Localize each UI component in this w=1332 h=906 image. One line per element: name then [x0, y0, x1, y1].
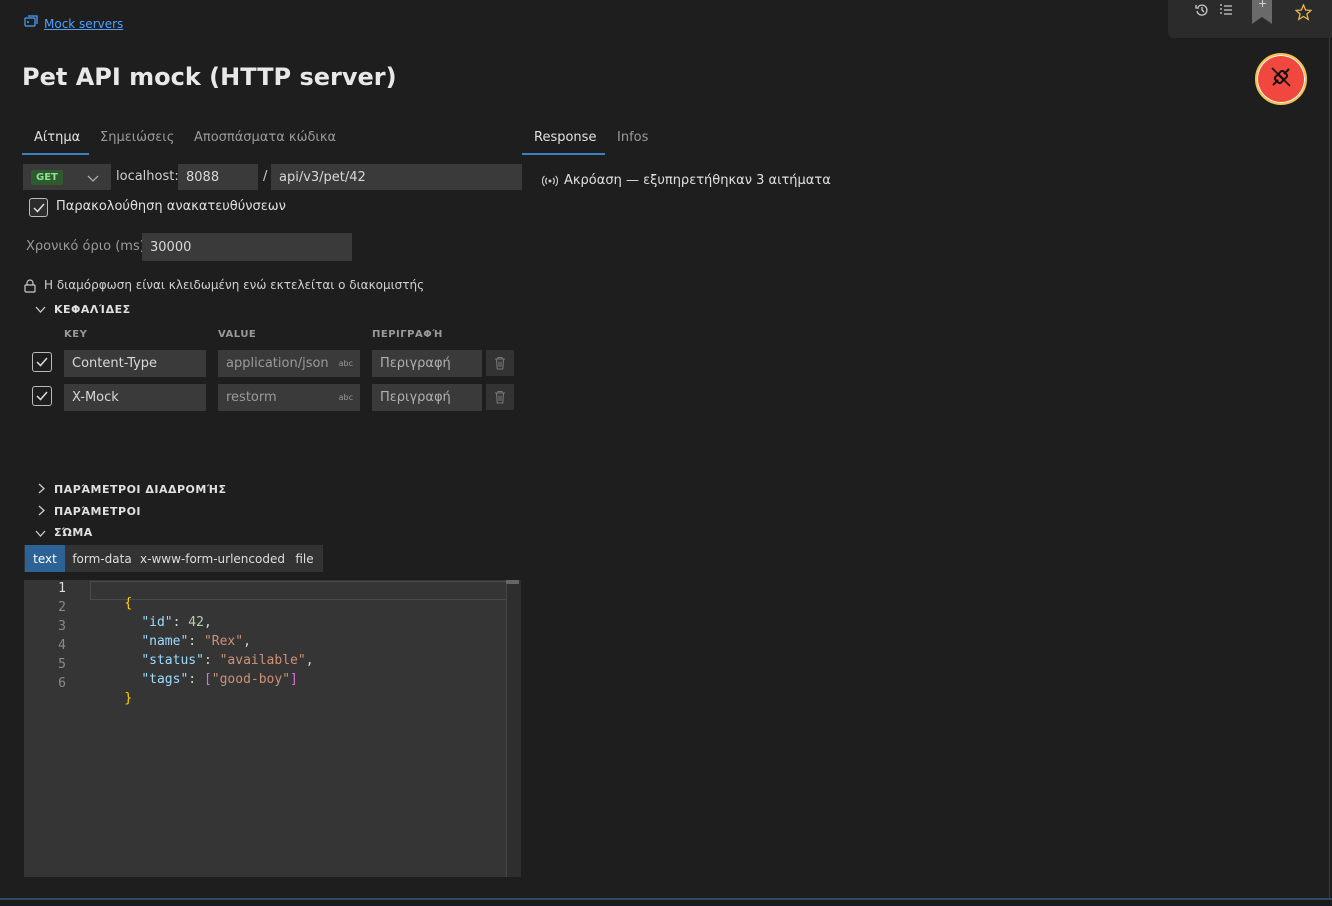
line-number: 2: [58, 600, 66, 615]
params-section-label[interactable]: ΠΑΡΆΜΕΤΡΟΙ: [54, 505, 141, 518]
delete-header-button[interactable]: [486, 384, 514, 410]
header-col-description: ΠΕΡΙΓΡΑΦΉ: [372, 329, 443, 340]
line-number: 4: [58, 638, 66, 653]
delete-header-button[interactable]: [486, 350, 514, 376]
listening-broadcast-icon: [541, 174, 559, 192]
headers-section-label[interactable]: ΚΕΦΑΛΊΔΕΣ: [54, 303, 131, 316]
window-border-right: [1329, 38, 1330, 898]
line-number: 5: [58, 657, 66, 672]
timeout-label: Χρονικό όριο (ms): [26, 239, 145, 254]
route-params-section-label[interactable]: ΠΑΡΆΜΕΤΡΟΙ ΔΙΑΔΡΟΜΉΣ: [54, 483, 226, 496]
bookmark-add-icon[interactable]: +: [1252, 0, 1272, 28]
headers-chevron-down-icon[interactable]: [35, 303, 46, 318]
header-col-key: KEY: [64, 329, 88, 340]
port-input[interactable]: 8088: [178, 164, 258, 190]
mock-server-icon: [24, 15, 40, 33]
breadcrumb: Mock servers: [24, 15, 123, 33]
line-number: 6: [58, 676, 66, 691]
tab-response-underline: [522, 153, 605, 155]
code-line: "id": 42,: [141, 615, 212, 630]
header-description-input[interactable]: Περιγραφή: [372, 384, 482, 411]
header-description-input[interactable]: Περιγραφή: [372, 350, 482, 377]
history-icon[interactable]: [1195, 3, 1209, 21]
checkmark-icon: [36, 357, 48, 367]
list-icon[interactable]: [1219, 3, 1233, 21]
editor-current-line-highlight: [90, 581, 520, 600]
header-enabled-checkbox[interactable]: [32, 386, 52, 406]
tab-request-underline: [22, 153, 89, 155]
body-tab-text[interactable]: text: [25, 545, 65, 572]
params-chevron-right-icon[interactable]: [37, 505, 46, 520]
line-number: 3: [58, 619, 66, 634]
header-key-input[interactable]: Content-Type: [64, 350, 206, 377]
body-chevron-down-icon[interactable]: [35, 527, 46, 542]
type-tag: abc: [338, 359, 353, 368]
disconnect-plug-icon: [1268, 64, 1294, 94]
checkmark-icon: [33, 203, 45, 213]
path-input[interactable]: api/v3/pet/42: [271, 164, 522, 190]
lock-message: Η διαμόρφωση είναι κλειδωμένη ενώ εκτελε…: [44, 278, 425, 292]
lock-icon: [24, 279, 36, 297]
code-line: {: [124, 596, 133, 611]
header-enabled-checkbox[interactable]: [32, 352, 52, 372]
code-line: "status": "available",: [141, 653, 314, 668]
checkmark-icon: [36, 391, 48, 401]
timeout-input[interactable]: 30000: [142, 233, 352, 261]
follow-redirects-checkbox[interactable]: [29, 198, 48, 217]
body-tab-urlencoded[interactable]: x-www-form-urlencoded: [140, 545, 285, 572]
response-status-text: Ακρόαση — εξυπηρετήθηκαν 3 αιτήματα: [564, 173, 831, 188]
header-key-input[interactable]: X-Mock: [64, 384, 206, 411]
body-section-label[interactable]: ΣΏΜΑ: [54, 526, 93, 539]
code-line: "name": "Rex",: [141, 634, 251, 649]
path-separator: /: [263, 169, 268, 184]
bottom-status-bar: [0, 900, 1332, 906]
tab-request[interactable]: Αίτημα: [34, 130, 80, 154]
host-label: localhost:: [116, 169, 179, 184]
trash-icon: [495, 356, 505, 370]
tab-response[interactable]: Response: [534, 130, 596, 154]
body-tab-form-data[interactable]: form-data: [68, 545, 136, 572]
code-line: }: [124, 691, 133, 706]
stop-server-button[interactable]: [1255, 53, 1307, 105]
code-line: "tags": ["good-boy"]: [141, 672, 298, 687]
method-select[interactable]: GET: [23, 164, 111, 190]
breadcrumb-link-mock-servers[interactable]: Mock servers: [44, 17, 123, 31]
tab-infos[interactable]: Infos: [617, 130, 648, 154]
body-code-editor[interactable]: 1 2 3 4 5 6 { "id": 42, "name": "Rex", "…: [24, 580, 521, 877]
header-col-value: VALUE: [218, 329, 257, 340]
trash-icon: [495, 390, 505, 404]
follow-redirects-label: Παρακολούθηση ανακατευθύνσεων: [56, 199, 286, 214]
method-badge: GET: [31, 169, 63, 185]
type-tag: abc: [338, 393, 353, 402]
page-title: Pet API mock (HTTP server): [22, 63, 397, 91]
tab-notes[interactable]: Σημειώσεις: [100, 130, 174, 154]
line-number: 1: [58, 581, 66, 596]
header-value-input[interactable]: application/json abc: [218, 350, 360, 377]
header-value-input[interactable]: restorm abc: [218, 384, 360, 411]
editor-scrollbar[interactable]: [506, 580, 521, 877]
tab-code-snippets[interactable]: Αποσπάσματα κώδικα: [194, 130, 336, 154]
favorite-star-icon[interactable]: [1294, 3, 1313, 25]
chevron-down-icon: [87, 172, 99, 187]
editor-scrollbar-thumb[interactable]: [506, 580, 519, 584]
body-tab-file[interactable]: file: [288, 545, 321, 572]
top-toolbar: +: [1168, 0, 1332, 38]
route-params-chevron-right-icon[interactable]: [37, 483, 46, 498]
